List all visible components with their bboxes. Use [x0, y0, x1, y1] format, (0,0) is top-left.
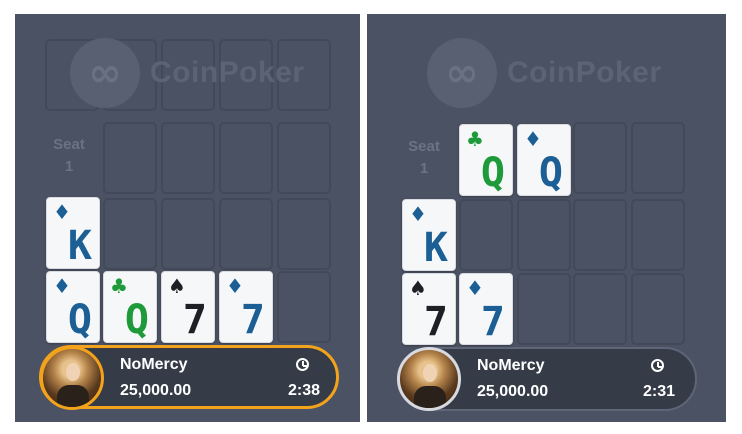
board-card: ♣ Q: [459, 124, 513, 196]
player-name: NoMercy: [477, 357, 545, 374]
card-slot: [277, 122, 331, 194]
club-icon: ♣: [466, 127, 484, 151]
avatar: [397, 347, 461, 411]
card-rank: K: [67, 223, 92, 269]
brand-name: CoinPoker: [507, 56, 662, 89]
coinpoker-brand: ∞ CoinPoker: [70, 38, 305, 108]
card-slot: [103, 198, 157, 270]
card-rank: 7: [182, 297, 207, 343]
card-rank: 7: [423, 299, 448, 345]
table-panel-right: ∞ CoinPoker Seat 1 ♣ Q ♦ Q ♦ K ♠ 7 ♦ 7 N…: [367, 14, 726, 422]
card-rank: 7: [240, 297, 265, 343]
card-slot: [573, 273, 627, 345]
card-rank: K: [423, 225, 448, 271]
diamond-icon: ♦: [226, 274, 244, 298]
playing-card: ♦ 7: [219, 271, 273, 343]
clock-icon: [651, 359, 664, 372]
playing-card: ♦ Q: [46, 271, 100, 343]
board-card: ♦ Q: [517, 124, 571, 196]
playing-card: ♦ K: [402, 199, 456, 271]
diamond-icon: ♦: [53, 274, 71, 298]
coinpoker-logo-icon: ∞: [70, 38, 140, 108]
card-rank: Q: [538, 150, 563, 196]
card-slot: [517, 273, 571, 345]
card-slot: [631, 199, 685, 271]
clock-icon: [296, 358, 309, 371]
turn-timer: 2:38: [288, 382, 321, 399]
player-stack: 25,000.00: [477, 383, 549, 400]
card-slot: [459, 199, 513, 271]
playing-card: ♠ 7: [402, 273, 456, 345]
card-slot: [161, 198, 215, 270]
card-rank: Q: [480, 150, 505, 196]
seat-label-word: Seat: [53, 136, 85, 153]
seat-label-number: 1: [64, 158, 74, 175]
player-seat[interactable]: NoMercy 25,000.00 2:38: [39, 345, 339, 410]
card-slot: [161, 122, 215, 194]
diamond-icon: ♦: [466, 276, 484, 300]
card-slot: [219, 122, 273, 194]
table-panel-left: ∞ CoinPoker Seat 1 ♦ K ♦ Q ♣ Q ♠ 7 ♦ 7 N…: [15, 14, 360, 422]
card-slot: [219, 198, 273, 270]
card-slot: [517, 199, 571, 271]
coinpoker-logo-icon: ∞: [427, 38, 497, 108]
card-rank: 7: [480, 299, 505, 345]
seat-label-word: Seat: [408, 138, 440, 155]
playing-card: ♦ K: [46, 197, 100, 269]
club-icon: ♣: [110, 274, 128, 298]
spade-icon: ♠: [409, 276, 427, 300]
turn-timer: 2:31: [643, 383, 676, 400]
card-slot: [631, 273, 685, 345]
playing-card: ♣ Q: [103, 271, 157, 343]
player-seat[interactable]: NoMercy 25,000.00 2:31: [397, 347, 697, 411]
card-slot: [277, 198, 331, 270]
card-slot: [277, 271, 331, 343]
player-name: NoMercy: [120, 356, 188, 373]
spade-icon: ♠: [168, 274, 186, 298]
player-stack: 25,000.00: [120, 382, 192, 399]
seat-label: Seat 1: [47, 134, 91, 178]
card-rank: Q: [67, 297, 92, 343]
card-slot: [573, 122, 627, 194]
playing-card: ♦ 7: [459, 273, 513, 345]
card-slot: [631, 122, 685, 194]
seat-label-number: 1: [419, 160, 429, 177]
card-slot: [103, 122, 157, 194]
card-rank: Q: [124, 297, 149, 343]
avatar: [40, 346, 104, 410]
brand-name: CoinPoker: [150, 56, 305, 89]
diamond-icon: ♦: [409, 202, 427, 226]
diamond-icon: ♦: [53, 200, 71, 224]
coinpoker-brand: ∞ CoinPoker: [427, 38, 662, 108]
diamond-icon: ♦: [524, 127, 542, 151]
playing-card: ♠ 7: [161, 271, 215, 343]
seat-label: Seat 1: [402, 136, 446, 180]
card-slot: [573, 199, 627, 271]
